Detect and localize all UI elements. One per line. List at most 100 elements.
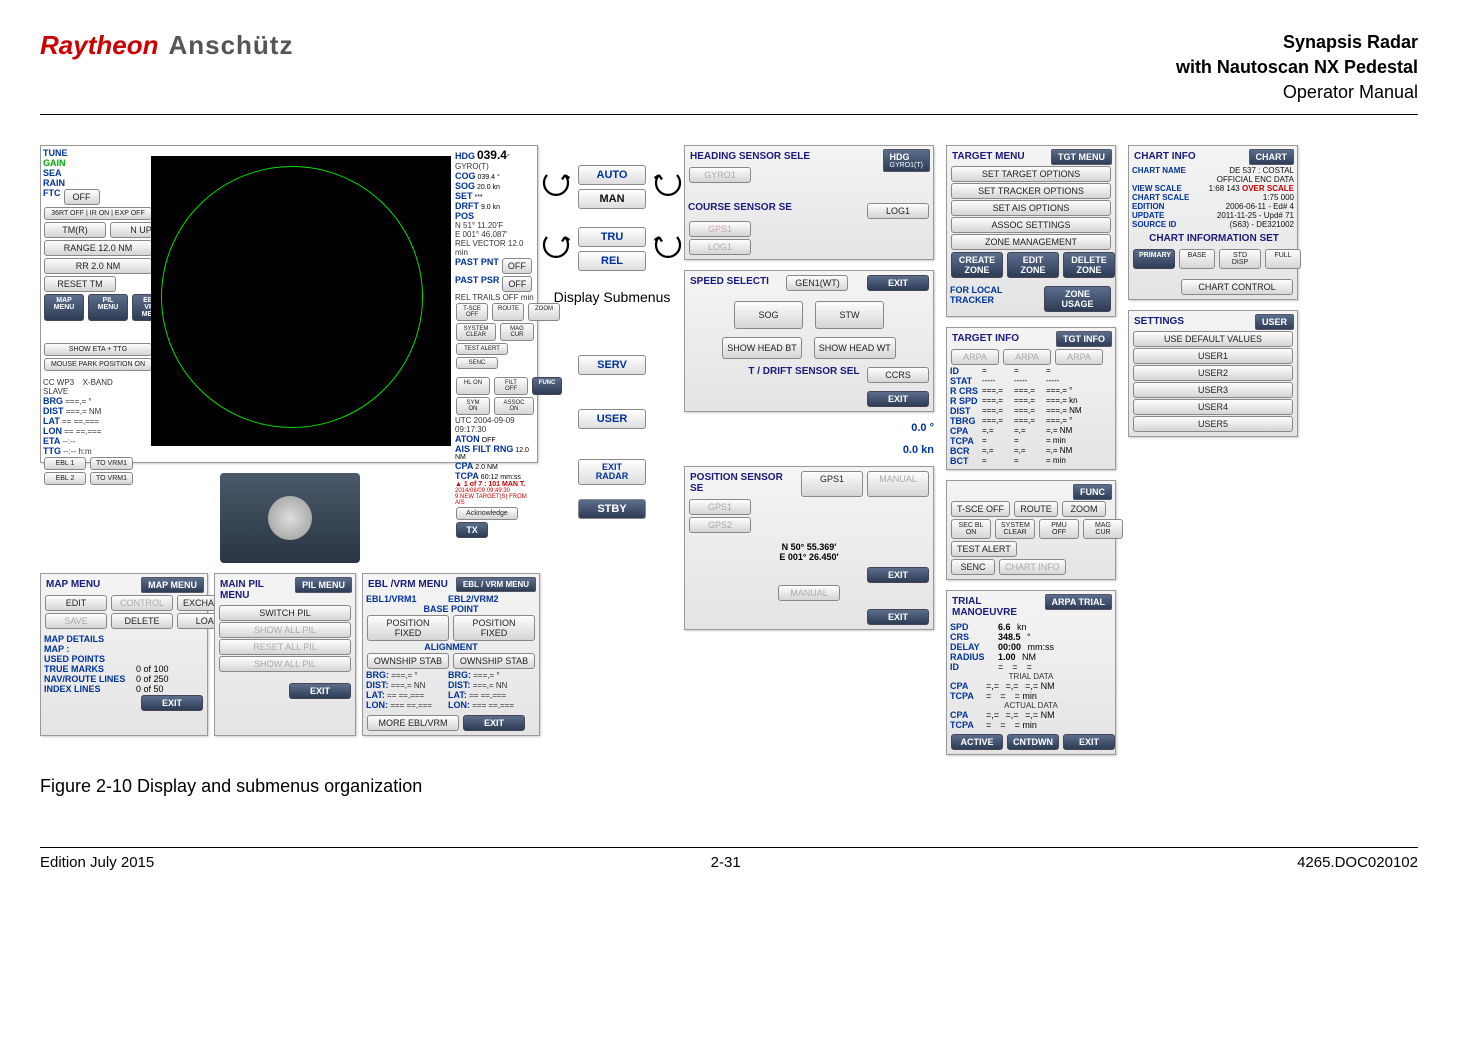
user1[interactable]: USER1 xyxy=(1133,348,1293,364)
switch-pil[interactable]: SWITCH PIL xyxy=(219,605,351,621)
tgt-info-tag[interactable]: TGT INFO xyxy=(1056,331,1112,347)
use-default-values[interactable]: USE DEFAULT VALUES xyxy=(1133,331,1293,347)
map-menu-tag[interactable]: MAP MENU xyxy=(141,577,204,593)
user-tag[interactable]: USER xyxy=(1255,314,1294,330)
ebl-menu-tag[interactable]: EBL / VRM MENU xyxy=(456,577,536,592)
arpa-exit[interactable]: EXIT xyxy=(1063,734,1115,750)
chart-control[interactable]: CHART CONTROL xyxy=(1181,279,1293,295)
cycle-arrow-left-icon xyxy=(538,231,574,267)
mouse-park[interactable]: MOUSE PARK POSITION ON xyxy=(44,358,152,371)
tgt-menu-tag[interactable]: TGT MENU xyxy=(1051,149,1112,165)
xband: X-BAND xyxy=(83,378,113,387)
map-edit[interactable]: EDIT xyxy=(45,595,107,611)
func-tag[interactable]: FUNC xyxy=(1073,484,1112,500)
create-zone[interactable]: CREATE ZONE xyxy=(951,252,1003,278)
radar-ppi[interactable] xyxy=(151,156,451,446)
user2[interactable]: USER2 xyxy=(1133,365,1293,381)
arpa-active[interactable]: ACTIVE xyxy=(951,734,1003,750)
pil-menu-panel: PIL MENU MAIN PIL MENU SWITCH PIL SHOW A… xyxy=(214,573,356,736)
gps1-dis[interactable]: GPS1 xyxy=(689,221,751,237)
footer-edition: Edition July 2015 xyxy=(40,854,154,871)
set-target-options[interactable]: SET TARGET OPTIONS xyxy=(951,166,1111,182)
range-button[interactable]: RANGE 12.0 NM xyxy=(44,240,152,256)
map-details-h: MAP DETAILS xyxy=(44,634,204,644)
reset-tm[interactable]: RESET TM xyxy=(44,276,116,292)
show-all-pil[interactable]: SHOW ALL PIL xyxy=(219,622,351,638)
delete-zone[interactable]: DELETE ZONE xyxy=(1063,252,1115,278)
more-eblvrm[interactable]: MORE EBL/VRM xyxy=(367,715,459,731)
ftc-off[interactable]: OFF xyxy=(64,189,100,205)
user3[interactable]: USER3 xyxy=(1133,382,1293,398)
hdg-tag[interactable]: HDGGYRO1(T) xyxy=(883,149,930,172)
map-menu-btn[interactable]: MAP MENU xyxy=(44,294,84,321)
pos-panel: POSITION SENSOR SEGPS1MANUAL GPS1 GPS2 N… xyxy=(684,466,934,630)
doc-title-3: Operator Manual xyxy=(1176,80,1418,105)
zone-management[interactable]: ZONE MANAGEMENT xyxy=(951,234,1111,250)
stby-button[interactable]: STBY xyxy=(578,499,646,519)
pil-menu-btn[interactable]: PIL MENU xyxy=(88,294,128,321)
user5[interactable]: USER5 xyxy=(1133,416,1293,432)
rr-button[interactable]: RR 2.0 NM xyxy=(44,258,152,274)
cycle-arrow-left-icon xyxy=(538,169,574,205)
map-menu-panel: MAP MENU MAP MENU EDITCONTROLEXCHANGE SA… xyxy=(40,573,208,736)
pil-exit[interactable]: EXIT xyxy=(289,683,351,699)
pos-exit2[interactable]: EXIT xyxy=(867,609,929,625)
log1-button[interactable]: LOG1 xyxy=(867,203,929,219)
ccrs-button[interactable]: CCRS xyxy=(867,367,929,383)
control-knob-panel xyxy=(220,473,360,563)
serv-button[interactable]: SERV xyxy=(578,355,646,375)
arpa-cntdwn[interactable]: CNTDWN xyxy=(1007,734,1059,750)
ebl-exit[interactable]: EXIT xyxy=(463,715,525,731)
zero-kn: 0.0 kn xyxy=(684,444,934,456)
control-knob[interactable] xyxy=(268,496,312,540)
tm-button[interactable]: TM(R) xyxy=(44,222,106,238)
chart-info-panel: CHART CHART INFO CHART NAMEDE 537 : COST… xyxy=(1128,145,1298,300)
user-button[interactable]: USER xyxy=(578,409,646,429)
cycle-arrow-right-icon xyxy=(650,231,686,267)
doc-title-block: Synapsis Radar with Nautoscan NX Pedesta… xyxy=(1176,30,1418,106)
show-head-bt[interactable]: SHOW HEAD BT xyxy=(722,337,802,359)
man-button[interactable]: MAN xyxy=(578,189,646,209)
edit-zone[interactable]: EDIT ZONE xyxy=(1007,252,1059,278)
tru-button[interactable]: TRU xyxy=(578,227,646,247)
show-head-wt[interactable]: SHOW HEAD WT xyxy=(814,337,896,359)
pos-gps1[interactable]: GPS1 xyxy=(801,471,863,497)
ebl1[interactable]: EBL 1 xyxy=(44,457,86,470)
pos-exit[interactable]: EXIT xyxy=(867,567,929,583)
target-info-panel: TGT INFO TARGET INFO ARPAARPAARPA ID=== … xyxy=(946,327,1116,470)
reset-all-pil[interactable]: RESET ALL PIL xyxy=(219,639,351,655)
zone-usage[interactable]: ZONE USAGE xyxy=(1044,286,1111,312)
sog-button[interactable]: SOG xyxy=(734,301,803,329)
assoc-settings[interactable]: ASSOC SETTINGS xyxy=(951,217,1111,233)
doc-title-2: with Nautoscan NX Pedestal xyxy=(1176,55,1418,80)
map-save[interactable]: SAVE xyxy=(45,613,107,629)
map-exit[interactable]: EXIT xyxy=(141,695,203,711)
tune-label: TUNE xyxy=(43,148,147,158)
speed-exit[interactable]: EXIT xyxy=(867,275,929,291)
filter-bar[interactable]: 36RT OFF | IR ON | EXP OFF xyxy=(44,207,152,220)
user4[interactable]: USER4 xyxy=(1133,399,1293,415)
set-tracker-options[interactable]: SET TRACKER OPTIONS xyxy=(951,183,1111,199)
stw-button[interactable]: STW xyxy=(815,301,884,329)
auto-button[interactable]: AUTO xyxy=(578,165,646,185)
figure-caption: Figure 2-10 Display and submenus organiz… xyxy=(40,776,540,797)
exit-radar-button[interactable]: EXIT RADAR xyxy=(578,459,646,485)
ebl2[interactable]: EBL 2 xyxy=(44,472,86,485)
logo-anschutz: Anschütz xyxy=(168,30,293,61)
show-eta[interactable]: SHOW ETA + TTG xyxy=(44,343,152,356)
ftc-label: FTC xyxy=(43,188,61,206)
map-control[interactable]: CONTROL xyxy=(111,595,173,611)
set-ais-options[interactable]: SET AIS OPTIONS xyxy=(951,200,1111,216)
func-panel: FUNC T-SCE OFFROUTEZOOM SEC BL ONSYSTEM … xyxy=(946,480,1116,580)
map-delete[interactable]: DELETE xyxy=(111,613,173,629)
chart-tag[interactable]: CHART xyxy=(1249,149,1295,165)
drift-exit[interactable]: EXIT xyxy=(867,391,929,407)
radar-main-display: TUNE GAIN SEA RAIN FTCOFF 36RT OFF | IR … xyxy=(40,145,538,463)
arpa-trial-tag[interactable]: ARPA TRIAL xyxy=(1045,594,1113,610)
sea-label: SEA xyxy=(43,168,147,178)
gen1-button[interactable]: GEN1(WT) xyxy=(786,275,848,291)
rel-button[interactable]: REL xyxy=(578,251,646,271)
pil-menu-tag[interactable]: PIL MENU xyxy=(295,577,352,593)
gain-label: GAIN xyxy=(43,158,147,168)
footer-doc: 4265.DOC020102 xyxy=(1297,854,1418,871)
